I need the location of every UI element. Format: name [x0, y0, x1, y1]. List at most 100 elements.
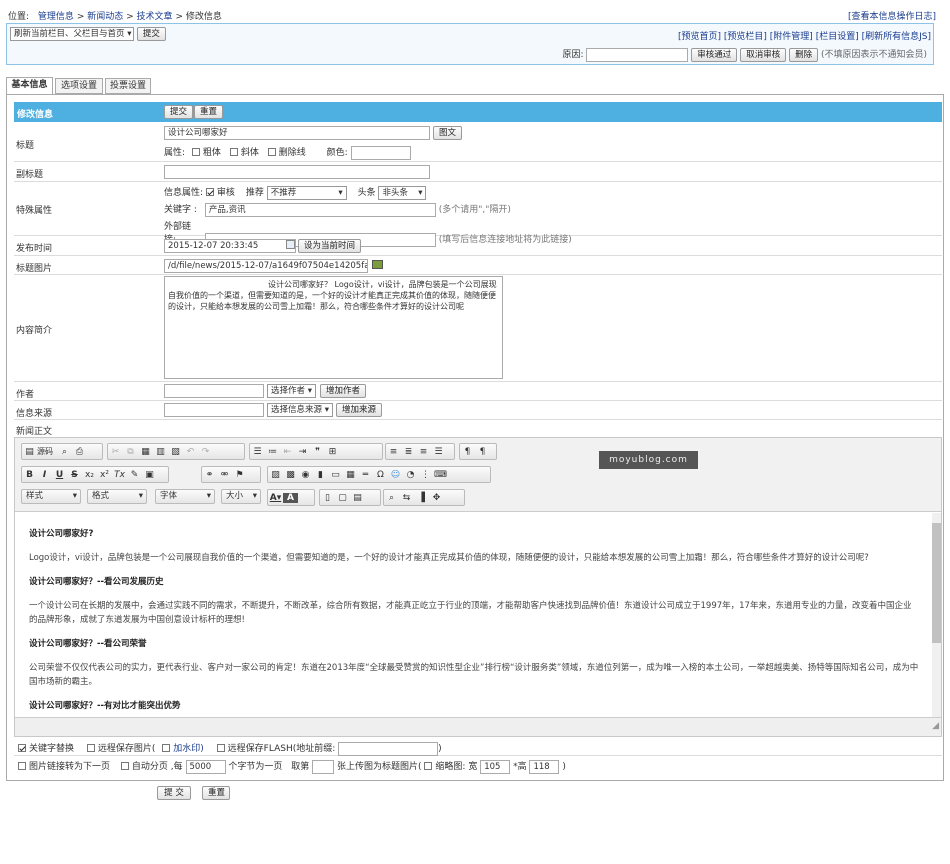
header-submit-button[interactable]: 提交	[164, 105, 194, 119]
refresh-submit-button[interactable]: 提交	[136, 27, 166, 41]
watermark-checkbox[interactable]	[162, 743, 171, 752]
bulleted-list-icon[interactable]: ≔	[265, 447, 280, 457]
blockquote-icon[interactable]: ❞	[310, 447, 325, 457]
calendar-icon[interactable]	[286, 240, 295, 249]
breadcrumb-news[interactable]: 新闻动态	[87, 12, 123, 22]
summary-textarea[interactable]: 设计公司哪家好？ Logo设计，vi设计，品牌包装是一个公司展现自我价值的一个渠…	[164, 276, 503, 379]
file-icon[interactable]: ▮	[313, 470, 328, 480]
add-source-button[interactable]: 增加来源	[336, 403, 383, 417]
preview-icon[interactable]: ⌕	[57, 447, 72, 457]
breadcrumb-tech[interactable]: 技术文章	[137, 12, 173, 22]
bold-icon[interactable]: B	[22, 470, 37, 480]
justify-icon[interactable]: ☰	[431, 447, 446, 457]
source-select[interactable]: 选择信息来源 ▾	[267, 403, 333, 417]
headline-select[interactable]: 非头条 ▾	[378, 185, 427, 200]
print-icon[interactable]: ⎙	[72, 447, 87, 457]
media-icon[interactable]: ◉	[298, 470, 313, 480]
preview-column-link[interactable]: [预览栏目]	[724, 32, 767, 42]
paste-word-icon[interactable]: ▧	[168, 447, 183, 457]
hr-icon[interactable]: ═	[358, 470, 373, 480]
bottom-reset-button[interactable]: 重置	[202, 786, 230, 800]
code-icon[interactable]: ⌨	[433, 470, 448, 480]
align-right-icon[interactable]: ≡	[416, 447, 431, 457]
select-all-icon[interactable]: ▐	[414, 493, 429, 503]
source-input[interactable]	[164, 403, 264, 417]
format-dropdown[interactable]: 格式	[87, 489, 147, 504]
pubtime-input[interactable]: 2015-12-07 20:33:45	[164, 239, 296, 253]
scrollbar-thumb[interactable]	[932, 523, 941, 643]
find-icon[interactable]: ⌕	[384, 493, 399, 503]
cut-icon[interactable]: ✂	[108, 447, 123, 457]
size-dropdown[interactable]: 大小	[221, 489, 261, 504]
replace-icon[interactable]: ⇆	[399, 493, 414, 503]
copy-icon[interactable]: ⧉	[123, 447, 138, 457]
approve-button[interactable]: 审核通过	[691, 47, 738, 62]
tab-vote[interactable]: 投票设置	[105, 78, 151, 94]
remove-format-icon[interactable]: Tx	[112, 470, 127, 480]
img-link-next-checkbox[interactable]	[18, 761, 26, 770]
font-dropdown[interactable]: 字体	[155, 489, 215, 504]
styles-dropdown[interactable]: 样式	[21, 489, 81, 504]
image-icon[interactable]: ▨	[268, 470, 283, 480]
italic-checkbox[interactable]	[229, 147, 238, 156]
smiley-icon[interactable]: ☺	[388, 470, 403, 480]
refresh-js-link[interactable]: [刷新所有信息JS]	[862, 32, 931, 42]
page-chars-input[interactable]: 5000	[185, 759, 226, 774]
text-color-icon[interactable]: A▾	[268, 493, 283, 503]
keyword-replace-checkbox[interactable]	[18, 743, 26, 752]
tab-options[interactable]: 选项设置	[55, 78, 103, 94]
recommend-select[interactable]: 不推荐 ▾	[266, 185, 347, 200]
paste-icon[interactable]: ▦	[138, 447, 153, 457]
indent-icon[interactable]: ⇥	[295, 447, 310, 457]
thumbnail-checkbox[interactable]	[424, 761, 433, 770]
set-now-button[interactable]: 设为当前时间	[298, 239, 362, 253]
unlink-icon[interactable]: ⚮	[217, 470, 232, 480]
bold-checkbox[interactable]	[191, 147, 200, 156]
redo-icon[interactable]: ↷	[198, 447, 213, 457]
strike-icon[interactable]: S	[67, 470, 82, 480]
paste-format-icon[interactable]: ▣	[142, 470, 157, 480]
numbered-list-icon[interactable]: ☰	[250, 447, 265, 457]
image-picker-icon[interactable]	[372, 260, 383, 269]
paste-text-icon[interactable]: ▥	[153, 447, 168, 457]
preview-home-link[interactable]: [预览首页]	[678, 32, 721, 42]
editor-content[interactable]: 设计公司哪家好? Logo设计，vi设计，品牌包装是一个公司展现自我价值的一个渠…	[29, 527, 919, 717]
breadcrumb-manage[interactable]: 管理信息	[38, 12, 74, 22]
template-icon[interactable]: ▯	[320, 493, 335, 503]
reason-input[interactable]	[586, 47, 689, 62]
undo-icon[interactable]: ↶	[183, 447, 198, 457]
subscript-icon[interactable]: x₂	[82, 470, 97, 480]
remote-save-flash-checkbox[interactable]	[216, 743, 225, 752]
new-page-icon[interactable]: ▢	[335, 493, 350, 503]
link-icon[interactable]: ⚭	[202, 470, 217, 480]
underline-icon[interactable]: U	[52, 470, 67, 480]
source-label[interactable]: 源码	[37, 446, 53, 457]
add-author-button[interactable]: 增加作者	[320, 384, 367, 398]
view-log-link[interactable]: [查看本信息操作日志]	[848, 9, 936, 22]
italic-icon[interactable]: I	[37, 470, 52, 480]
check-checkbox[interactable]	[205, 187, 214, 196]
ltr-icon[interactable]: ¶	[460, 447, 475, 457]
special-char-icon[interactable]: Ω	[373, 470, 388, 480]
flash-icon[interactable]: ▩	[283, 470, 298, 480]
thumb-width-input[interactable]: 105	[480, 759, 511, 774]
flash-prefix-input[interactable]	[338, 741, 439, 756]
tab-basic[interactable]: 基本信息	[6, 77, 53, 95]
remote-save-img-checkbox[interactable]	[86, 743, 95, 752]
title-input[interactable]: 设计公司哪家好	[164, 126, 430, 140]
outdent-icon[interactable]: ⇤	[280, 447, 295, 457]
author-input[interactable]	[164, 384, 264, 398]
editor-scrollbar[interactable]	[932, 513, 941, 717]
align-center-icon[interactable]: ≣	[401, 447, 416, 457]
bg-color-icon[interactable]: A	[283, 492, 298, 503]
bottom-submit-button[interactable]: 提 交	[157, 786, 191, 800]
resize-handle-icon[interactable]: ◢	[932, 721, 939, 731]
brush-icon[interactable]: ✎	[127, 470, 142, 480]
color-input[interactable]	[350, 145, 411, 160]
doc-props-icon[interactable]: ▤	[350, 493, 365, 503]
column-settings-link[interactable]: [栏目设置]	[816, 32, 859, 42]
cancel-approve-button[interactable]: 取消审核	[740, 47, 787, 62]
folder-icon[interactable]: ▭	[328, 470, 343, 480]
take-index-input[interactable]	[312, 759, 335, 774]
titlepic-input[interactable]: /d/file/news/2015-12-07/a1649f07504e1420…	[164, 259, 368, 273]
